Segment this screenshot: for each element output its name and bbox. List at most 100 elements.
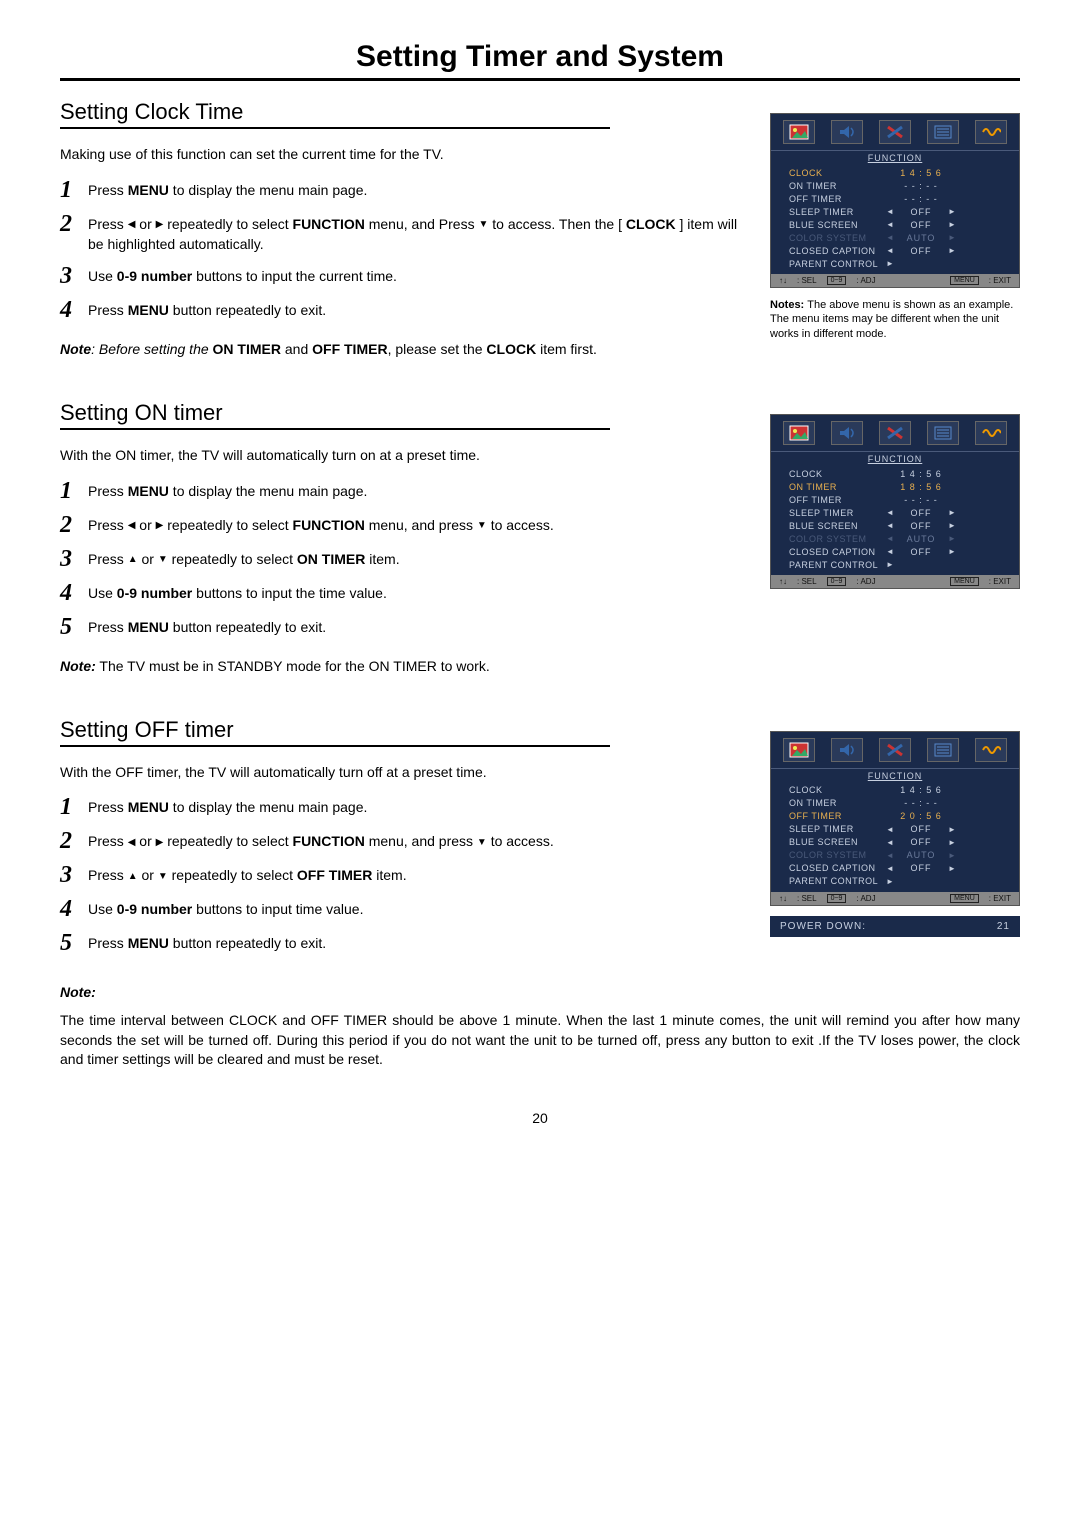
step-text: Press or repeatedly to select ON TIMER i… (88, 547, 400, 569)
list-tab-icon (927, 738, 959, 762)
menu-row-on-timer: ON TIMER1 8 : 5 6 (789, 480, 1009, 493)
menu-row-color-system: COLOR SYSTEM◄AUTO► (789, 532, 1009, 545)
zero-nine-box: 0~9 (827, 577, 847, 586)
menu-tabs (771, 114, 1019, 151)
step-item: 4Use 0-9 number buttons to input time va… (60, 897, 744, 921)
power-down-banner: POWER DOWN: 21 (770, 916, 1020, 937)
triangle-down-icon (477, 519, 487, 534)
menu-subtitle: FUNCTION (771, 452, 1019, 465)
step-number: 1 (60, 795, 88, 819)
step-number: 4 (60, 298, 88, 322)
step-number: 3 (60, 863, 88, 887)
step-text: Press or repeatedly to select FUNCTION m… (88, 513, 554, 535)
note: Note: Before setting the ON TIMER and OF… (60, 340, 744, 360)
menu-subtitle: FUNCTION (771, 769, 1019, 782)
notes-caption: Notes: The above menu is shown as an exa… (770, 298, 1020, 341)
menu-row-color-system: COLOR SYSTEM◄AUTO► (789, 849, 1009, 862)
step-item: 2 Press or repeatedly to select FUNCTION… (60, 212, 744, 255)
step-text: Use 0-9 number buttons to input time val… (88, 897, 363, 919)
step-number: 2 (60, 829, 88, 853)
sound-tab-icon (831, 738, 863, 762)
step-number: 5 (60, 931, 88, 955)
step-text: Press MENU button repeatedly to exit. (88, 931, 326, 953)
intro-text: Making use of this function can set the … (60, 145, 744, 164)
section-on-timer: Setting ON timer With the ON timer, the … (60, 400, 1020, 676)
section-clock-time: Setting Clock Time Making use of this fu… (60, 99, 1020, 360)
function-tab-icon (879, 120, 911, 144)
step-item: 5Press MENU button repeatedly to exit. (60, 931, 744, 955)
menu-box: MENU (950, 894, 979, 903)
menu-row-sleep-timer: SLEEP TIMER◄OFF► (789, 506, 1009, 519)
triangle-down-icon (477, 836, 487, 851)
step-text: Press or repeatedly to select FUNCTION m… (88, 829, 554, 851)
step-text: Use 0-9 number buttons to input the curr… (88, 264, 397, 286)
picture-tab-icon (783, 421, 815, 445)
step-item: 1Press MENU to display the menu main pag… (60, 479, 744, 503)
menu-tabs (771, 415, 1019, 452)
menu-screenshot: FUNCTION CLOCK1 4 : 5 6 ON TIMER1 8 : 5 … (770, 414, 1020, 589)
step-text: Press MENU to display the menu main page… (88, 479, 367, 501)
list-tab-icon (927, 421, 959, 445)
step-text: Press MENU to display the menu main page… (88, 795, 367, 817)
step-text: Press MENU button repeatedly to exit. (88, 298, 326, 320)
menu-row-on-timer: ON TIMER- - : - - (789, 179, 1009, 192)
step-item: 3 Use 0-9 number buttons to input the cu… (60, 264, 744, 288)
step-item: 1 Press MENU to display the menu main pa… (60, 178, 744, 202)
final-note-label: Note: (60, 983, 1020, 1003)
step-number: 1 (60, 178, 88, 202)
menu-row-parent-control: PARENT CONTROL► (789, 875, 1009, 888)
section-rule (60, 428, 610, 430)
page-title: Setting Timer and System (60, 40, 1020, 74)
step-text: Use 0-9 number buttons to input the time… (88, 581, 387, 603)
step-text: Press MENU button repeatedly to exit. (88, 615, 326, 637)
step-item: 3Press or repeatedly to select OFF TIMER… (60, 863, 744, 887)
menu-row-blue-screen: BLUE SCREEN◄OFF► (789, 519, 1009, 532)
menu-footer: ↑↓ : SEL 0~9 : ADJ MENU : EXIT (771, 274, 1019, 287)
triangle-down-icon (158, 553, 168, 568)
menu-box: MENU (950, 276, 979, 285)
step-list: 1Press MENU to display the menu main pag… (60, 479, 744, 639)
section-off-timer: Setting OFF timer With the OFF timer, th… (60, 717, 1020, 1070)
section-heading: Setting OFF timer (60, 717, 744, 743)
step-number: 2 (60, 212, 88, 236)
menu-row-clock: CLOCK1 4 : 5 6 (789, 467, 1009, 480)
triangle-down-icon (478, 218, 488, 233)
step-number: 3 (60, 547, 88, 571)
step-text: Press or repeatedly to select FUNCTION m… (88, 212, 744, 255)
banner-label: POWER DOWN: (780, 921, 866, 932)
function-tab-icon (879, 738, 911, 762)
menu-box: MENU (950, 577, 979, 586)
menu-row-blue-screen: BLUE SCREEN◄OFF► (789, 218, 1009, 231)
picture-tab-icon (783, 120, 815, 144)
title-rule (60, 78, 1020, 81)
triangle-down-icon (158, 870, 168, 885)
intro-text: With the OFF timer, the TV will automati… (60, 763, 744, 782)
menu-row-on-timer: ON TIMER- - : - - (789, 797, 1009, 810)
step-number: 2 (60, 513, 88, 537)
menu-list: CLOCK1 4 : 5 6 ON TIMER- - : - - OFF TIM… (771, 164, 1019, 274)
arrows-icon: ↑↓ (779, 894, 787, 903)
menu-row-clock: CLOCK1 4 : 5 6 (789, 784, 1009, 797)
arrows-icon: ↑↓ (779, 577, 787, 586)
wave-tab-icon (975, 738, 1007, 762)
step-list: 1 Press MENU to display the menu main pa… (60, 178, 744, 323)
final-note-text: The time interval between CLOCK and OFF … (60, 1011, 1020, 1070)
step-item: 1Press MENU to display the menu main pag… (60, 795, 744, 819)
menu-row-off-timer: OFF TIMER- - : - - (789, 192, 1009, 205)
step-item: 4 Press MENU button repeatedly to exit. (60, 298, 744, 322)
list-tab-icon (927, 120, 959, 144)
section-rule (60, 745, 610, 747)
section-rule (60, 127, 610, 129)
menu-row-sleep-timer: SLEEP TIMER◄OFF► (789, 823, 1009, 836)
step-number: 3 (60, 264, 88, 288)
menu-row-off-timer: OFF TIMER2 0 : 5 6 (789, 810, 1009, 823)
zero-nine-box: 0~9 (827, 894, 847, 903)
step-text: Press MENU to display the menu main page… (88, 178, 367, 200)
menu-footer: ↑↓ : SEL 0~9 : ADJ MENU : EXIT (771, 575, 1019, 588)
menu-list: CLOCK1 4 : 5 6 ON TIMER1 8 : 5 6 OFF TIM… (771, 465, 1019, 575)
menu-row-parent-control: PARENT CONTROL► (789, 257, 1009, 270)
step-number: 4 (60, 581, 88, 605)
step-number: 5 (60, 615, 88, 639)
menu-row-color-system: COLOR SYSTEM◄AUTO► (789, 231, 1009, 244)
step-list: 1Press MENU to display the menu main pag… (60, 795, 744, 955)
